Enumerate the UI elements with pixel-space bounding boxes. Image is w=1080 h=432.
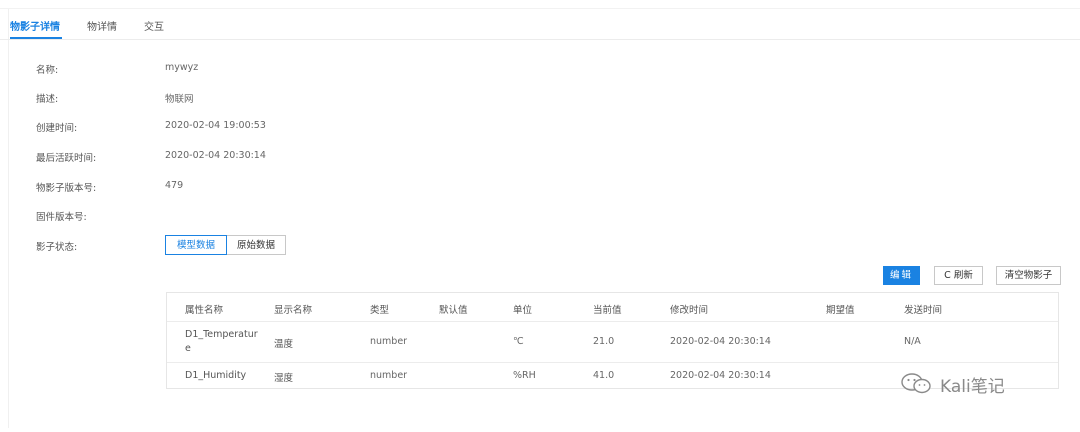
tab-shadow-details[interactable]: 物影子详情	[10, 18, 60, 33]
model-data-button[interactable]: 模型数据	[165, 235, 227, 255]
description-label: 描述:	[36, 94, 59, 105]
refresh-button[interactable]: C 刷新	[934, 266, 983, 285]
row1-modified: 2020-02-04 20:30:14	[670, 336, 771, 347]
row1-sent: N/A	[904, 336, 921, 347]
active-tab-indicator	[10, 37, 62, 39]
header-modified-time: 修改时间	[670, 305, 709, 316]
last-active-value: 2020-02-04 20:30:14	[165, 150, 266, 161]
name-value: mywyz	[165, 62, 199, 73]
shadow-version-label: 物影子版本号:	[36, 183, 97, 194]
row2-type: number	[370, 370, 408, 381]
header-property-name: 属性名称	[185, 305, 224, 316]
shadow-version-value: 479	[165, 180, 184, 191]
edit-button[interactable]: 编辑	[883, 266, 920, 285]
header-current: 当前值	[593, 305, 622, 316]
wechat-icon	[901, 373, 931, 394]
clear-shadow-button[interactable]: 清空物影子	[996, 266, 1061, 285]
header-default: 默认值	[439, 305, 468, 316]
name-label: 名称:	[36, 65, 59, 76]
tab-interaction[interactable]: 交互	[144, 18, 164, 33]
row2-display-name: 湿度	[274, 373, 294, 384]
row2-current: 41.0	[593, 370, 615, 381]
watermark-text: Kali笔记	[940, 377, 1005, 397]
shadow-status-label: 影子状态:	[36, 242, 78, 253]
row1-name-line1: D1_Temperatur	[185, 329, 258, 340]
row1-name-line2: e	[185, 343, 191, 354]
header-display-name: 显示名称	[274, 305, 313, 316]
created-time-label: 创建时间:	[36, 123, 78, 134]
header-expected: 期望值	[826, 305, 855, 316]
tab-bar: 物影子详情 物详情 交互	[0, 8, 1080, 40]
raw-data-button[interactable]: 原始数据	[227, 235, 286, 255]
row1-unit: ℃	[513, 336, 524, 347]
created-time-value: 2020-02-04 19:00:53	[165, 120, 266, 131]
row2-name: D1_Humidity	[185, 370, 247, 381]
header-separator	[167, 321, 1058, 322]
left-border	[8, 8, 9, 428]
header-sent-time: 发送时间	[904, 305, 943, 316]
row-separator	[167, 362, 1058, 363]
row2-modified: 2020-02-04 20:30:14	[670, 370, 771, 381]
row1-current: 21.0	[593, 336, 615, 347]
header-type: 类型	[370, 305, 390, 316]
row2-unit: %RH	[513, 370, 536, 381]
last-active-label: 最后活跃时间:	[36, 153, 97, 164]
firmware-version-label: 固件版本号:	[36, 212, 87, 223]
tab-thing-details[interactable]: 物详情	[87, 18, 117, 33]
description-value: 物联网	[165, 94, 194, 105]
header-unit: 单位	[513, 305, 533, 316]
row1-display-name: 温度	[274, 339, 294, 350]
row1-type: number	[370, 336, 408, 347]
